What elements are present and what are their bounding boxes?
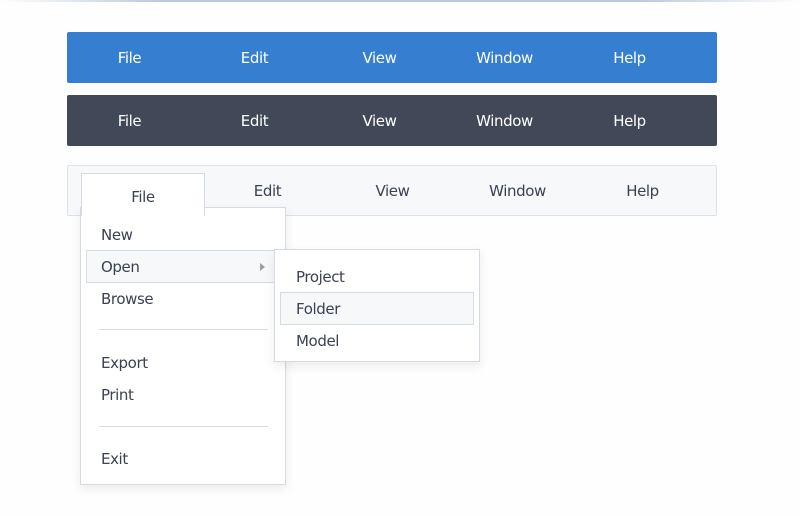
menu-item-export[interactable]: Export bbox=[86, 346, 280, 379]
menu-item-new[interactable]: New bbox=[86, 218, 280, 251]
menu-item-label: New bbox=[101, 225, 133, 244]
submenu-item-folder[interactable]: Folder bbox=[280, 292, 474, 325]
menu-item-label: Export bbox=[101, 353, 148, 372]
menu-item-label: Print bbox=[101, 385, 134, 404]
menu-item-label: Project bbox=[296, 267, 345, 286]
file-dropdown-menu: New Open Browse Export Print Exit bbox=[80, 207, 286, 485]
menu-item-label: Exit bbox=[101, 449, 128, 468]
submenu-arrow-icon bbox=[260, 263, 265, 271]
menu-divider bbox=[99, 426, 268, 427]
menu-item-label: Browse bbox=[101, 289, 154, 308]
menu-item-open[interactable]: Open bbox=[86, 250, 280, 283]
menu-window[interactable]: Window bbox=[455, 166, 580, 215]
menu-help[interactable]: Help bbox=[580, 166, 705, 215]
menu-file-active[interactable]: File bbox=[81, 173, 205, 216]
menu-file[interactable]: File bbox=[67, 32, 192, 83]
menu-view[interactable]: View bbox=[317, 32, 442, 83]
menu-help[interactable]: Help bbox=[567, 32, 692, 83]
menu-view[interactable]: View bbox=[330, 166, 455, 215]
menu-item-label: Open bbox=[101, 257, 140, 276]
menu-window[interactable]: Window bbox=[442, 95, 567, 146]
menubar-light: File Edit View Window Help bbox=[67, 165, 717, 216]
menu-help[interactable]: Help bbox=[567, 95, 692, 146]
top-divider bbox=[0, 0, 800, 2]
menu-item-print[interactable]: Print bbox=[86, 378, 280, 411]
menu-view[interactable]: View bbox=[317, 95, 442, 146]
menu-item-exit[interactable]: Exit bbox=[86, 442, 280, 475]
menu-item-label: Folder bbox=[296, 299, 340, 318]
submenu-item-project[interactable]: Project bbox=[280, 260, 474, 293]
menu-edit[interactable]: Edit bbox=[192, 32, 317, 83]
open-submenu: Project Folder Model bbox=[274, 249, 480, 362]
menu-divider bbox=[99, 329, 268, 330]
submenu-item-model[interactable]: Model bbox=[280, 324, 474, 357]
menubar-dark: File Edit View Window Help bbox=[67, 95, 717, 146]
menu-item-browse[interactable]: Browse bbox=[86, 282, 280, 315]
menubar-blue: File Edit View Window Help bbox=[67, 32, 717, 83]
menu-file[interactable]: File bbox=[67, 95, 192, 146]
menu-item-label: Model bbox=[296, 331, 340, 350]
menu-edit[interactable]: Edit bbox=[192, 95, 317, 146]
menu-window[interactable]: Window bbox=[442, 32, 567, 83]
